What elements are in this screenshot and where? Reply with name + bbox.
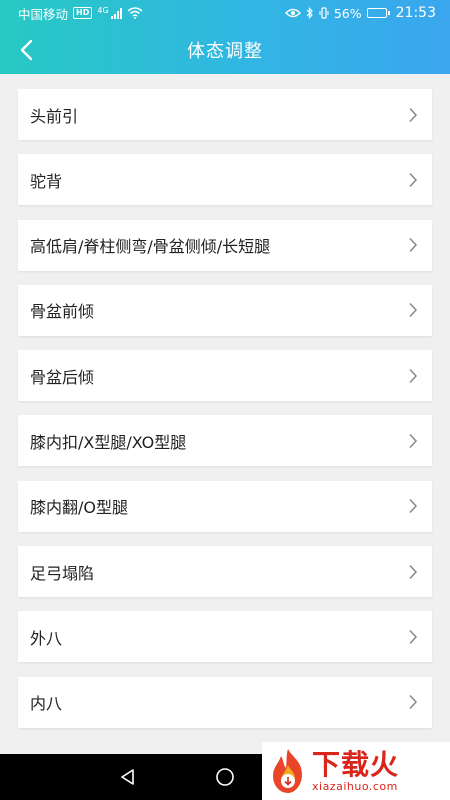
circle-home-icon [216, 768, 234, 786]
flame-logo-icon [273, 749, 302, 793]
list-item-label: 外八 [30, 628, 63, 648]
triangle-back-icon [121, 769, 134, 785]
list-item-label: 骨盆前倾 [30, 302, 95, 322]
back-button[interactable] [10, 34, 42, 66]
chevron-right-icon [408, 694, 420, 710]
chevron-right-icon [408, 433, 420, 449]
list-item-label: 膝内扣/X型腿/XO型腿 [30, 432, 187, 452]
list-item-label: 高低肩/脊柱侧弯/骨盆侧倾/长短腿 [30, 237, 271, 257]
app-header: 中国移动 HD 4G 56% 21:53 体态调整 [0, 0, 450, 74]
chevron-right-icon [408, 302, 420, 318]
carrier-label: 中国移动 [18, 6, 69, 22]
list-item-label: 足弓塌陷 [30, 563, 95, 583]
list-item[interactable]: 内八 [18, 676, 432, 728]
list-item[interactable]: 膝内翻/O型腿 [18, 480, 432, 532]
status-right: 56% 21:53 [284, 5, 436, 21]
status-time: 21:53 [395, 5, 436, 21]
list-item[interactable]: 高低肩/脊柱侧弯/骨盆侧倾/长短腿 [18, 219, 432, 271]
list-item[interactable]: 头前引 [18, 89, 432, 140]
chevron-right-icon [408, 498, 420, 514]
list-item[interactable]: 驼背 [18, 154, 432, 206]
watermark-title: 下载火 [312, 747, 400, 781]
chevron-right-icon [408, 107, 420, 123]
vibrate-icon [319, 7, 329, 19]
list-item-label: 内八 [30, 694, 63, 714]
list-item[interactable]: 足弓塌陷 [18, 546, 432, 598]
chevron-right-icon [408, 237, 420, 253]
bluetooth-icon [306, 7, 313, 19]
list-item-label: 头前引 [30, 106, 79, 126]
list-item[interactable]: 骨盆前倾 [18, 284, 432, 336]
chevron-right-icon [408, 564, 420, 580]
watermark: 下载火 xiazaihuo.com [262, 742, 450, 800]
watermark-text: 下载火 xiazaihuo.com [312, 747, 400, 793]
list-item[interactable]: 外八 [18, 611, 432, 663]
chevron-right-icon [408, 368, 420, 384]
status-left: 中国移动 HD 4G [18, 4, 143, 23]
signal-icon [110, 7, 122, 19]
list-item-label: 骨盆后倾 [30, 367, 95, 387]
status-bar: 中国移动 HD 4G 56% 21:53 [0, 0, 450, 26]
wifi-icon [127, 7, 143, 19]
list-item-label: 膝内翻/O型腿 [30, 498, 128, 518]
chevron-right-icon [408, 629, 420, 645]
eye-icon [284, 8, 301, 18]
list-item-label: 驼背 [30, 171, 63, 191]
chevron-right-icon [408, 172, 420, 188]
title-bar: 体态调整 [0, 26, 450, 74]
list-item[interactable]: 骨盆后倾 [18, 350, 432, 402]
watermark-url: xiazaihuo.com [312, 779, 398, 793]
hd-badge: HD [73, 7, 93, 19]
battery-percent: 56% [333, 5, 362, 21]
list-item[interactable]: 膝内扣/X型腿/XO型腿 [18, 415, 432, 467]
network-type: 4G [97, 5, 109, 15]
page-title: 体态调整 [187, 41, 263, 62]
battery-icon [366, 8, 390, 18]
back-arrow-icon [20, 39, 33, 61]
nav-back-button[interactable] [113, 762, 143, 792]
posture-list: 头前引 驼背 高低肩/脊柱侧弯/骨盆侧倾/长短腿 骨盆前倾 骨盆后倾 膝内扣/X… [18, 89, 432, 742]
nav-home-button[interactable] [210, 762, 240, 792]
